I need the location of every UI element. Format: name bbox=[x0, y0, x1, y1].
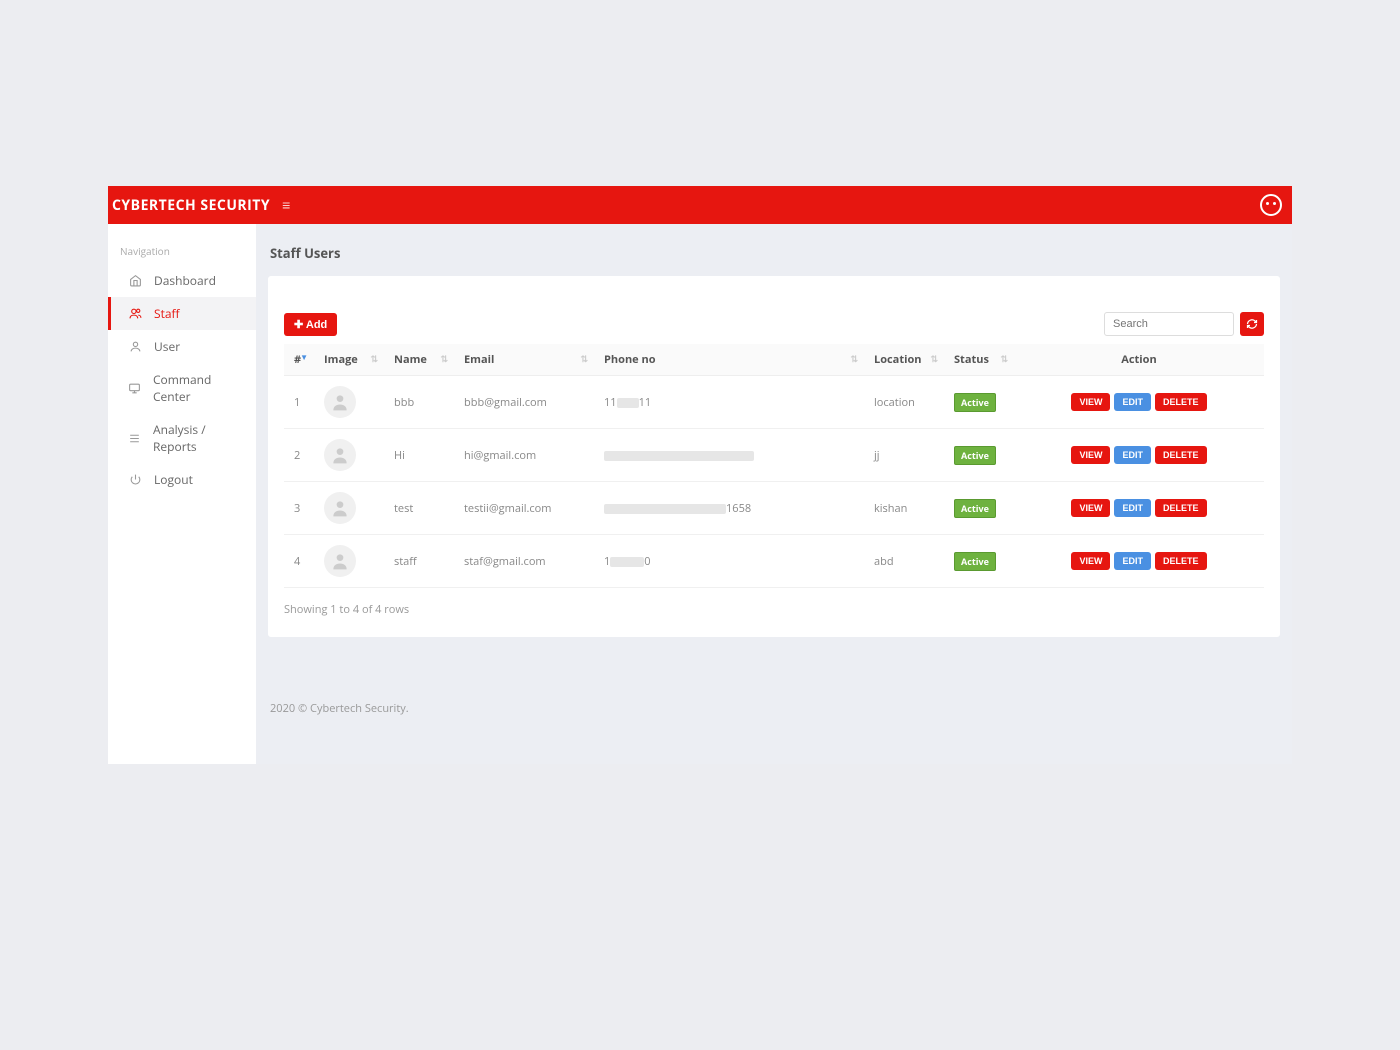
staff-table: # Image Name Email Phone no Location Sta… bbox=[284, 344, 1264, 588]
cell-phone bbox=[594, 429, 864, 482]
cell-num: 2 bbox=[284, 429, 314, 482]
cell-name: test bbox=[384, 482, 454, 535]
edit-button[interactable]: EDIT bbox=[1114, 552, 1151, 570]
cell-num: 4 bbox=[284, 535, 314, 588]
sidebar-item-label: Command Center bbox=[153, 371, 244, 405]
cell-status: Active bbox=[944, 429, 1014, 482]
avatar-icon bbox=[324, 545, 356, 577]
refresh-icon bbox=[1246, 318, 1258, 330]
cell-phone: 1111 bbox=[594, 376, 864, 429]
avatar-icon bbox=[324, 492, 356, 524]
cell-action: VIEWEDITDELETE bbox=[1014, 429, 1264, 482]
delete-button[interactable]: DELETE bbox=[1155, 499, 1207, 517]
avatar-icon bbox=[324, 439, 356, 471]
col-email[interactable]: Email bbox=[454, 344, 594, 376]
cell-phone: 1658 bbox=[594, 482, 864, 535]
cell-num: 1 bbox=[284, 376, 314, 429]
sidebar-item-dashboard[interactable]: Dashboard bbox=[108, 264, 256, 297]
edit-button[interactable]: EDIT bbox=[1114, 393, 1151, 411]
user-icon bbox=[128, 340, 142, 354]
col-location[interactable]: Location bbox=[864, 344, 944, 376]
nav-section-label: Navigation bbox=[108, 234, 256, 264]
col-status[interactable]: Status bbox=[944, 344, 1014, 376]
col-num[interactable]: # bbox=[284, 344, 314, 376]
cell-status: Active bbox=[944, 535, 1014, 588]
cell-email: testii@gmail.com bbox=[454, 482, 594, 535]
table-row: 1 bbbbbb@gmail.com1111location Active VIEWE… bbox=[284, 376, 1264, 429]
cell-phone: 10 bbox=[594, 535, 864, 588]
status-badge: Active bbox=[954, 393, 996, 412]
view-button[interactable]: VIEW bbox=[1071, 499, 1110, 517]
table-row: 2 Hihi@gmail.com jj Active VIEWEDITDELETE bbox=[284, 429, 1264, 482]
staff-table-card: ✚ Add # Image Name bbox=[268, 276, 1280, 637]
cell-location: jj bbox=[864, 429, 944, 482]
sidebar-item-command-center[interactable]: Command Center bbox=[108, 363, 256, 413]
delete-button[interactable]: DELETE bbox=[1155, 446, 1207, 464]
users-icon bbox=[128, 307, 142, 321]
cell-status: Active bbox=[944, 376, 1014, 429]
col-phone[interactable]: Phone no bbox=[594, 344, 864, 376]
cell-location: abd bbox=[864, 535, 944, 588]
power-icon bbox=[128, 473, 142, 487]
sidebar-item-analysis[interactable]: Analysis / Reports bbox=[108, 413, 256, 463]
cell-action: VIEWEDITDELETE bbox=[1014, 376, 1264, 429]
avatar-icon bbox=[324, 386, 356, 418]
sidebar-item-label: Staff bbox=[154, 305, 180, 322]
status-badge: Active bbox=[954, 499, 996, 518]
sidebar-item-logout[interactable]: Logout bbox=[108, 463, 256, 496]
sidebar-item-label: Analysis / Reports bbox=[153, 421, 244, 455]
sidebar: Navigation Dashboard Staff User bbox=[108, 224, 256, 764]
add-button[interactable]: ✚ Add bbox=[284, 313, 337, 336]
cell-email: staf@gmail.com bbox=[454, 535, 594, 588]
status-badge: Active bbox=[954, 552, 996, 571]
table-row: 4 staffstaf@gmail.com10abd Active VIEWEDITD… bbox=[284, 535, 1264, 588]
cell-num: 3 bbox=[284, 482, 314, 535]
col-action: Action bbox=[1014, 344, 1264, 376]
delete-button[interactable]: DELETE bbox=[1155, 552, 1207, 570]
col-name[interactable]: Name bbox=[384, 344, 454, 376]
cell-status: Active bbox=[944, 482, 1014, 535]
footer-text: 2020 © Cybertech Security. bbox=[268, 687, 1280, 730]
sidebar-item-label: User bbox=[154, 338, 180, 355]
cell-image bbox=[314, 482, 384, 535]
edit-button[interactable]: EDIT bbox=[1114, 499, 1151, 517]
view-button[interactable]: VIEW bbox=[1071, 552, 1110, 570]
menu-toggle-icon[interactable]: ≡ bbox=[282, 196, 290, 215]
cell-location: kishan bbox=[864, 482, 944, 535]
sidebar-item-staff[interactable]: Staff bbox=[108, 297, 256, 330]
sidebar-item-label: Dashboard bbox=[154, 272, 216, 289]
status-badge: Active bbox=[954, 446, 996, 465]
cell-action: VIEWEDITDELETE bbox=[1014, 535, 1264, 588]
sidebar-item-user[interactable]: User bbox=[108, 330, 256, 363]
plus-icon: ✚ bbox=[294, 319, 306, 331]
search-input[interactable] bbox=[1104, 312, 1234, 336]
cell-name: staff bbox=[384, 535, 454, 588]
user-avatar-menu[interactable] bbox=[1260, 194, 1282, 216]
brand-title: CYBERTECH SECURITY bbox=[112, 196, 270, 215]
table-row: 3 testtestii@gmail.com1658kishan Active VIE… bbox=[284, 482, 1264, 535]
page-title: Staff Users bbox=[270, 244, 1278, 262]
cell-image bbox=[314, 429, 384, 482]
cell-image bbox=[314, 376, 384, 429]
cell-image bbox=[314, 535, 384, 588]
cell-name: Hi bbox=[384, 429, 454, 482]
edit-button[interactable]: EDIT bbox=[1114, 446, 1151, 464]
cell-email: bbb@gmail.com bbox=[454, 376, 594, 429]
view-button[interactable]: VIEW bbox=[1071, 393, 1110, 411]
cell-email: hi@gmail.com bbox=[454, 429, 594, 482]
cell-name: bbb bbox=[384, 376, 454, 429]
delete-button[interactable]: DELETE bbox=[1155, 393, 1207, 411]
topbar: CYBERTECH SECURITY ≡ bbox=[108, 186, 1292, 224]
col-image[interactable]: Image bbox=[314, 344, 384, 376]
home-icon bbox=[128, 274, 142, 288]
refresh-button[interactable] bbox=[1240, 312, 1264, 336]
pager-info: Showing 1 to 4 of 4 rows bbox=[284, 602, 1264, 617]
cell-action: VIEWEDITDELETE bbox=[1014, 482, 1264, 535]
list-icon bbox=[128, 431, 141, 445]
view-button[interactable]: VIEW bbox=[1071, 446, 1110, 464]
cell-location: location bbox=[864, 376, 944, 429]
sidebar-item-label: Logout bbox=[154, 471, 193, 488]
monitor-icon bbox=[128, 381, 141, 395]
